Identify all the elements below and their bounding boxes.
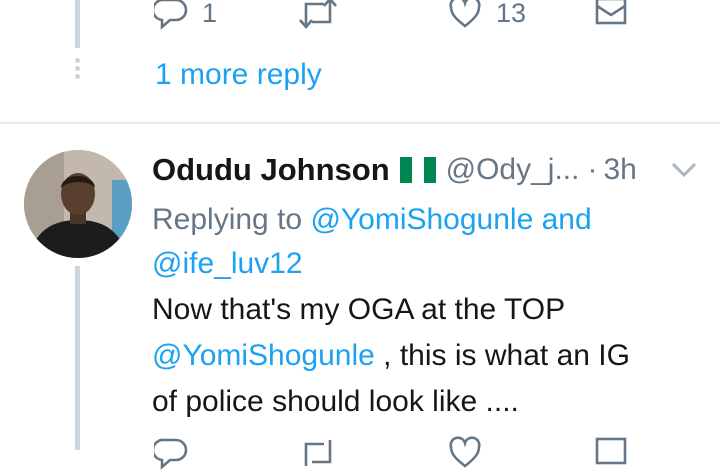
avatar-photo	[24, 150, 132, 258]
reply-action[interactable]	[154, 436, 188, 470]
tweet-text: Now that's my OGA at the TOP @YomiShogun…	[152, 287, 712, 425]
tweet-text-line: Now that's my OGA at the TOP	[152, 293, 566, 326]
retweet-icon	[304, 440, 332, 466]
reply-action[interactable]: 1	[154, 0, 217, 30]
like-action[interactable]	[448, 436, 482, 470]
author-name[interactable]: Odudu Johnson	[152, 152, 390, 188]
like-action[interactable]: 13	[448, 0, 526, 30]
reply-icon	[154, 0, 188, 30]
separator-dot: ·	[587, 153, 598, 186]
dm-action[interactable]	[594, 0, 628, 30]
tweet-text-line: of police should look like ....	[152, 385, 519, 418]
mention-link[interactable]: @ife_luv12	[152, 247, 303, 280]
thread-line	[75, 266, 80, 450]
mention-link[interactable]: @YomiShogunle	[310, 203, 533, 236]
chevron-down-icon	[671, 162, 697, 178]
replying-prefix: Replying to	[152, 203, 303, 236]
replying-and: and	[541, 203, 592, 236]
dm-action[interactable]	[594, 436, 628, 470]
tweet-text-line: , this is what an IG	[374, 339, 630, 372]
reply-count: 1	[202, 0, 218, 28]
like-icon	[449, 0, 481, 28]
replying-to: Replying to @YomiShogunle and @ife_luv12	[152, 198, 692, 286]
mention-link[interactable]: @YomiShogunle	[152, 339, 375, 372]
retweet-action[interactable]	[298, 436, 338, 470]
avatar[interactable]	[24, 150, 132, 258]
retweet-action[interactable]	[298, 0, 352, 30]
thread-line	[75, 0, 80, 48]
nigeria-flag-icon	[399, 157, 436, 183]
dm-icon	[595, 0, 627, 25]
divider	[0, 122, 720, 124]
like-icon	[449, 436, 481, 468]
tweet-time[interactable]: 3h	[603, 153, 636, 187]
retweet-icon	[299, 0, 337, 29]
like-count: 13	[496, 0, 527, 28]
tweet-header: Odudu Johnson @Ody_j... · 3h	[152, 150, 637, 190]
tweet-menu-button[interactable]	[670, 160, 698, 185]
reply-icon	[154, 438, 188, 470]
more-replies-link[interactable]: 1 more reply	[155, 58, 322, 92]
author-handle[interactable]: @Ody_j...	[446, 153, 580, 187]
thread-collapsed-dots	[75, 58, 80, 82]
dm-icon	[595, 437, 627, 465]
